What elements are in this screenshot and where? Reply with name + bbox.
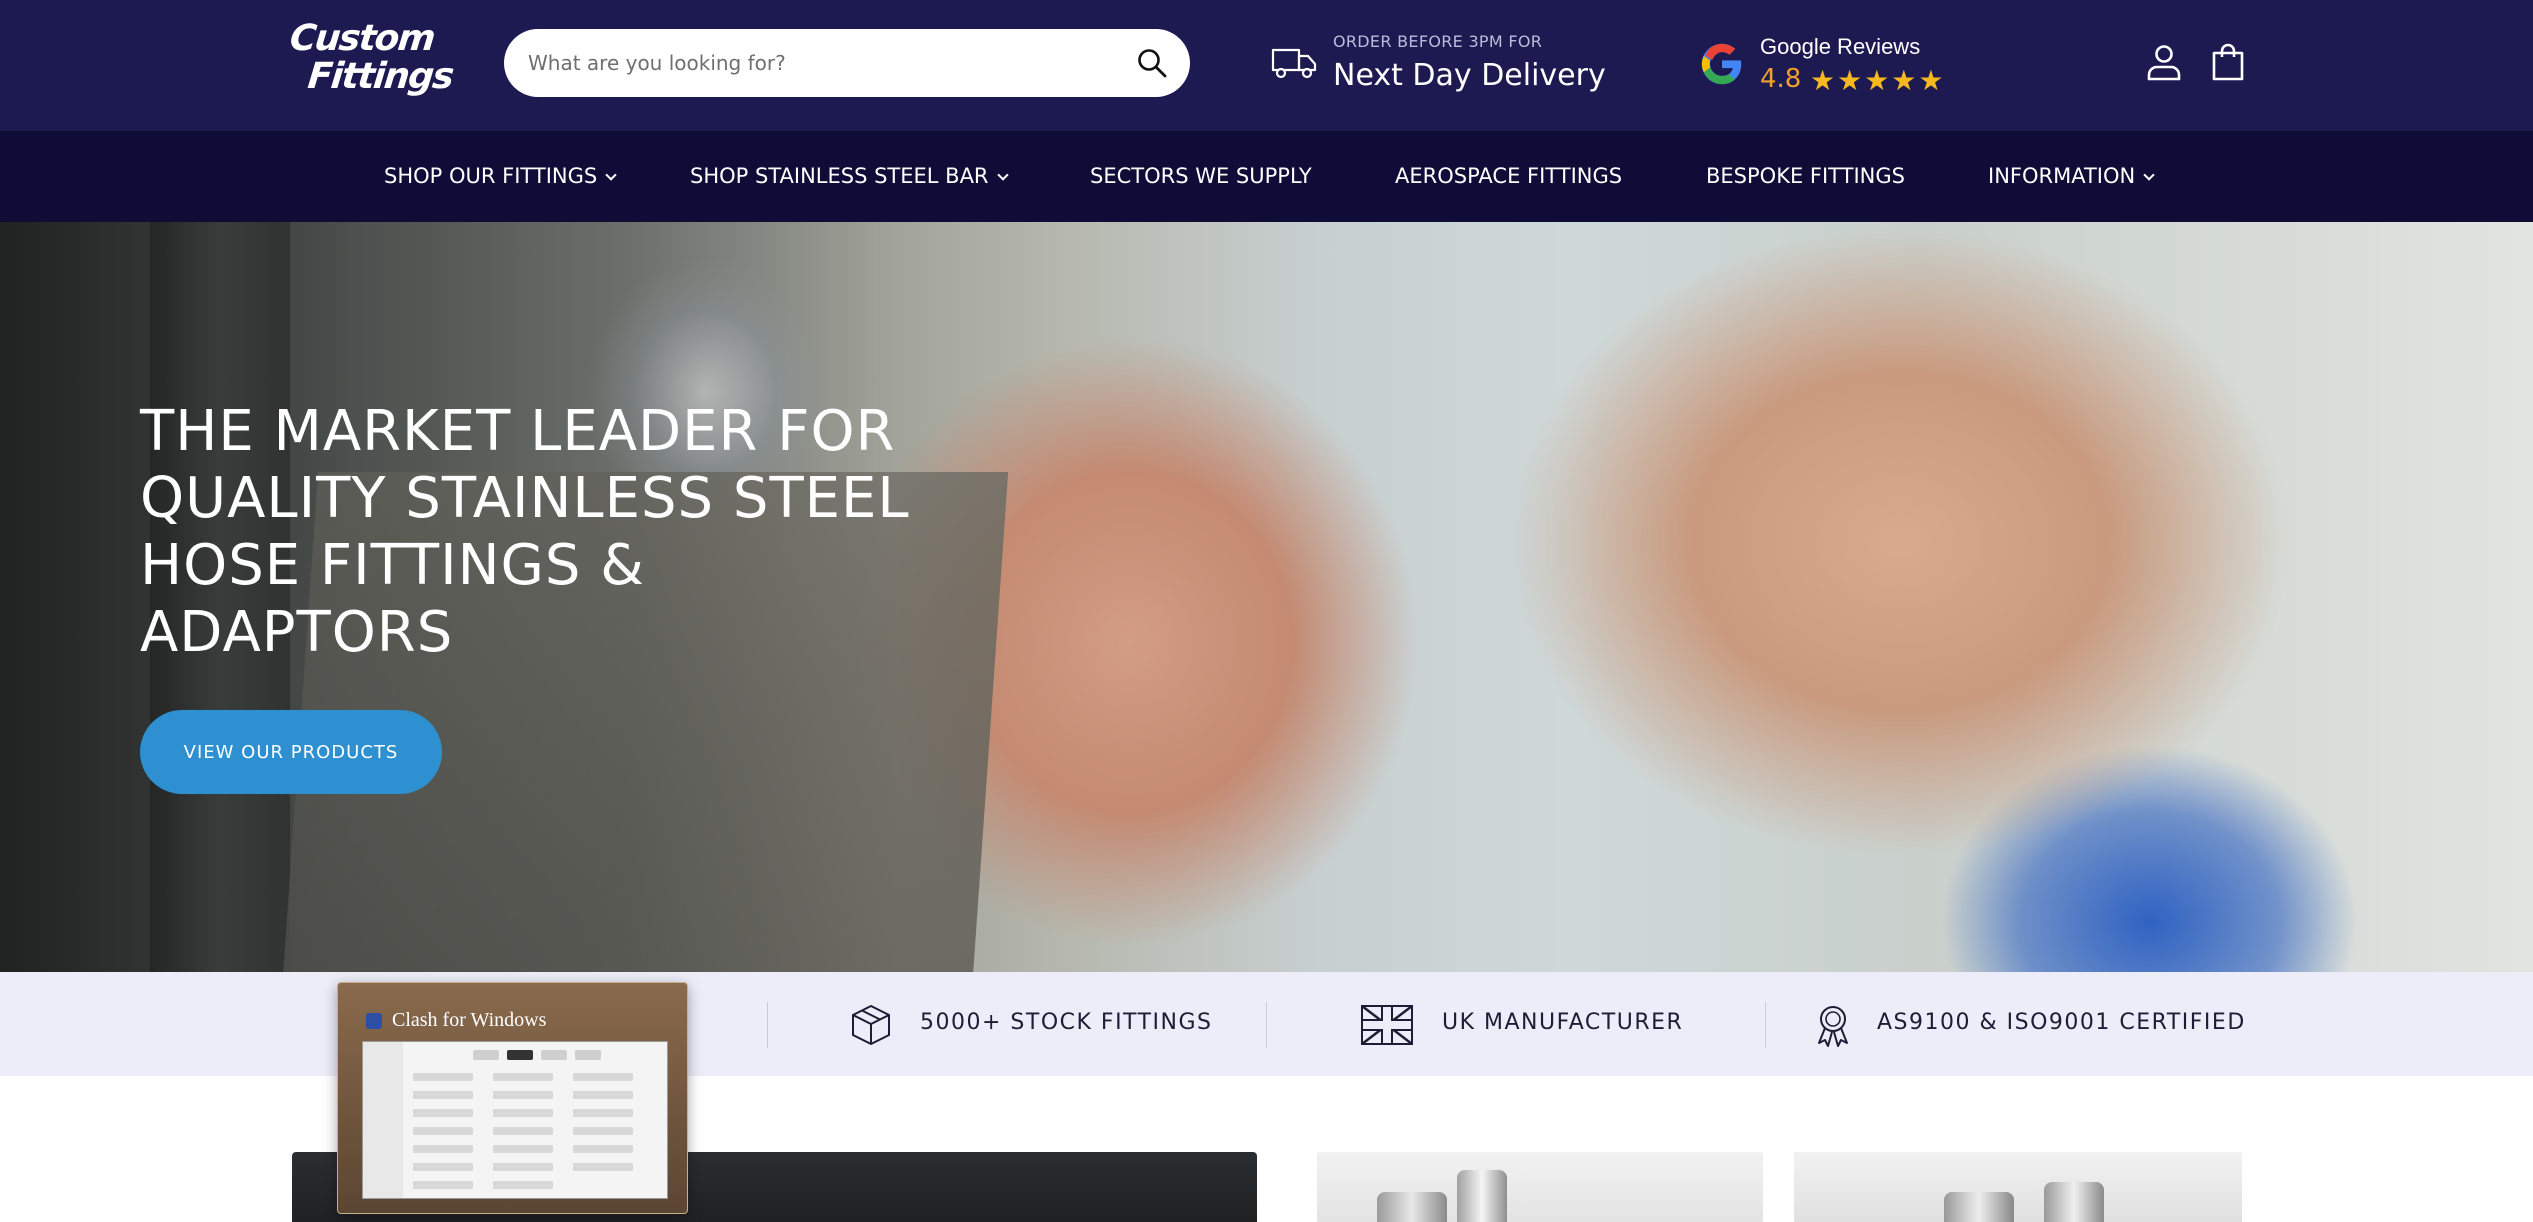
- preview-window-title: Clash for Windows: [392, 1009, 547, 1031]
- google-reviews-badge[interactable]: Google Reviews 4.8 ★★★★★: [1700, 30, 2000, 102]
- union-flag-icon: [1361, 1005, 1413, 1045]
- divider: [1765, 1002, 1766, 1048]
- award-ribbon-icon: [1818, 1006, 1848, 1047]
- main-navigation: SHOP OUR FITTINGS SHOP STAINLESS STEEL B…: [0, 131, 2533, 222]
- nav-label: INFORMATION: [1988, 164, 2136, 188]
- shopping-bag-icon[interactable]: [2210, 42, 2246, 82]
- preview-row: [413, 1124, 663, 1138]
- star-rating-icons: ★★★★★: [1810, 64, 1946, 97]
- google-reviews-title: Google Reviews: [1760, 34, 1921, 59]
- chevron-down-icon: [2143, 169, 2155, 181]
- nav-label: SHOP OUR FITTINGS: [384, 164, 598, 188]
- preview-window-content: [362, 1041, 668, 1199]
- nav-aerospace-fittings[interactable]: AEROSPACE FITTINGS: [1395, 131, 1622, 222]
- preview-row: [413, 1178, 663, 1192]
- logo-line-2: Fittings: [305, 56, 455, 97]
- site-logo[interactable]: Custom Fittings: [287, 18, 455, 106]
- product-card-image[interactable]: [1317, 1152, 1763, 1222]
- site-header: Custom Fittings ORDER BEFORE 3PM FOR Nex…: [0, 0, 2533, 131]
- truck-icon: [1271, 48, 1317, 79]
- delivery-headline: Next Day Delivery: [1333, 58, 1606, 93]
- preview-tabs: [473, 1050, 603, 1060]
- preview-row: [413, 1070, 663, 1084]
- search-icon[interactable]: [1136, 47, 1168, 79]
- preview-row: [413, 1088, 663, 1102]
- hero-banner: THE MARKET LEADER FOR QUALITY STAINLESS …: [0, 222, 2533, 972]
- usp-label: UK MANUFACTURER: [1442, 1010, 1684, 1035]
- chevron-down-icon: [605, 169, 617, 181]
- usp-label: 5000+ STOCK FITTINGS: [920, 1010, 1213, 1035]
- fitting-image: [1944, 1192, 2014, 1222]
- nav-information[interactable]: INFORMATION: [1988, 131, 2155, 222]
- logo-line-1: Custom: [287, 18, 437, 59]
- google-g-icon: [1701, 43, 1742, 85]
- nav-label: SECTORS WE SUPPLY: [1090, 164, 1312, 188]
- fitting-image: [1377, 1192, 1447, 1222]
- nav-sectors-we-supply[interactable]: SECTORS WE SUPPLY: [1090, 131, 1312, 222]
- divider: [1266, 1002, 1267, 1048]
- preview-row: [413, 1142, 663, 1156]
- delivery-cutoff-text: ORDER BEFORE 3PM FOR: [1333, 32, 1543, 51]
- google-rating-value: 4.8: [1760, 64, 1802, 94]
- box-icon: [852, 1004, 890, 1046]
- nav-label: SHOP STAINLESS STEEL BAR: [690, 164, 989, 188]
- view-products-button[interactable]: VIEW OUR PRODUCTS: [140, 710, 442, 794]
- usp-label: AS9100 & ISO9001 CERTIFIED: [1877, 1010, 2246, 1035]
- preview-sidebar: [363, 1042, 403, 1198]
- product-card-image[interactable]: [1794, 1152, 2242, 1222]
- nav-bespoke-fittings[interactable]: BESPOKE FITTINGS: [1706, 131, 1905, 222]
- nav-shop-our-fittings[interactable]: SHOP OUR FITTINGS: [384, 131, 617, 222]
- nav-label: BESPOKE FITTINGS: [1706, 164, 1905, 188]
- hero-title: THE MARKET LEADER FOR QUALITY STAINLESS …: [140, 399, 910, 665]
- app-preview-thumbnail[interactable]: Clash for Windows: [337, 982, 688, 1214]
- divider: [767, 1002, 768, 1048]
- app-icon: [366, 1013, 382, 1029]
- fitting-image: [2044, 1182, 2104, 1222]
- preview-row: [413, 1160, 663, 1174]
- fitting-image: [1457, 1170, 1507, 1222]
- search-bar: [504, 29, 1190, 97]
- search-input[interactable]: [526, 29, 1106, 97]
- preview-row: [413, 1106, 663, 1120]
- chevron-down-icon: [996, 169, 1009, 181]
- nav-shop-stainless-steel-bar[interactable]: SHOP STAINLESS STEEL BAR: [690, 131, 1009, 222]
- account-icon[interactable]: [2144, 42, 2184, 82]
- nav-label: AEROSPACE FITTINGS: [1395, 164, 1623, 188]
